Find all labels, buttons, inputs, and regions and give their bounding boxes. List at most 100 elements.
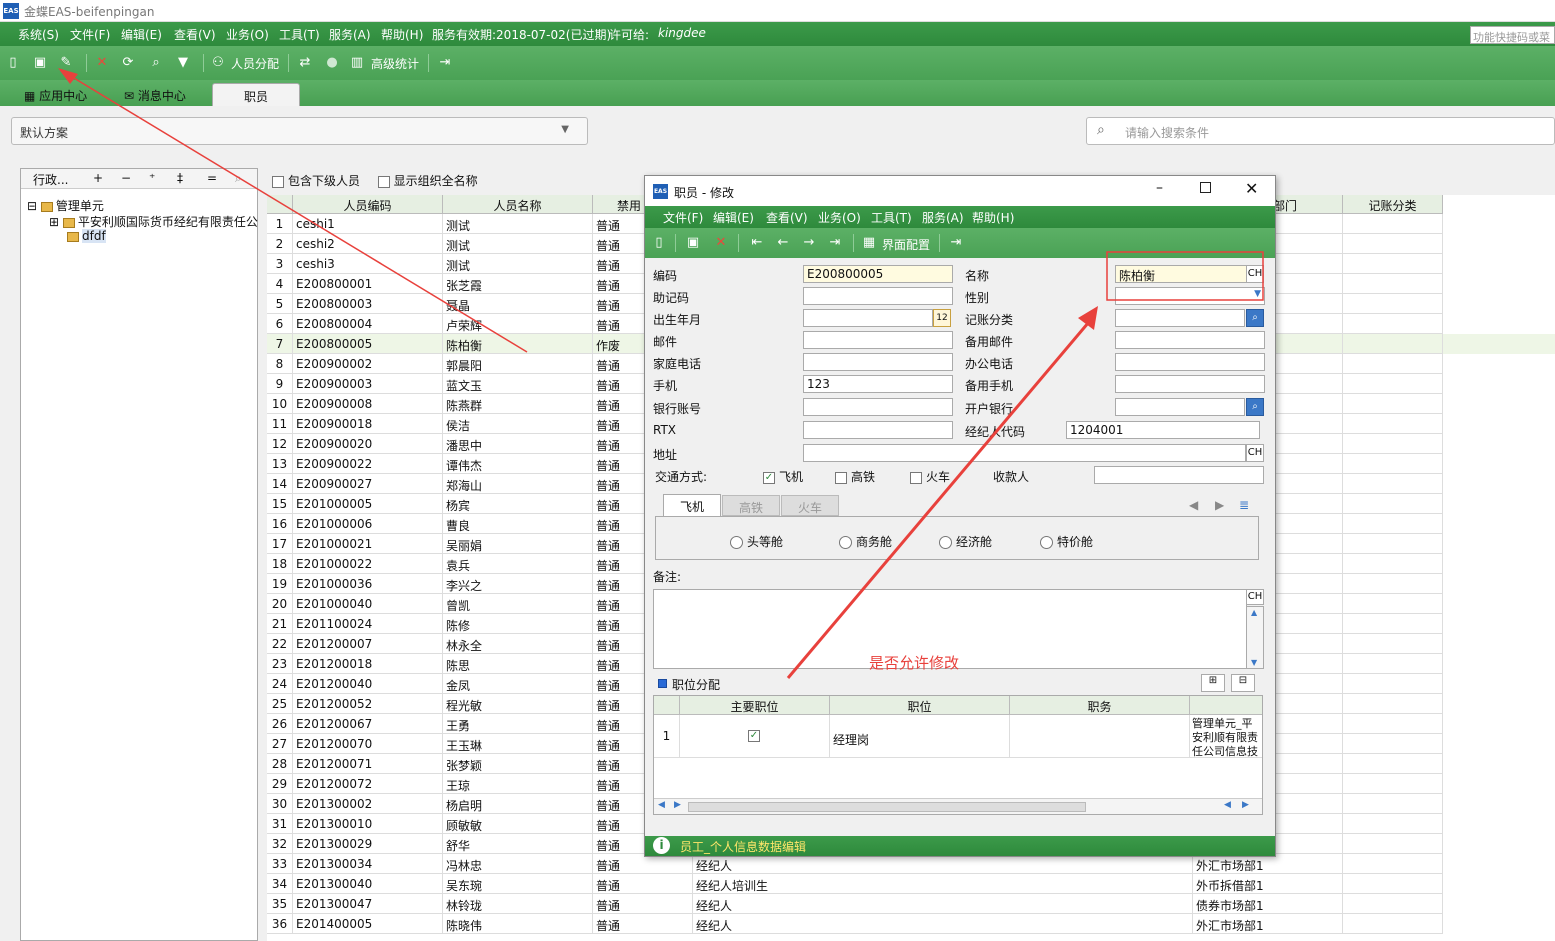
post-cell[interactable]: 经纪人 bbox=[693, 914, 1193, 934]
bank-lookup-icon[interactable]: ⌕ bbox=[1246, 398, 1264, 416]
collapse-icon[interactable]: − bbox=[121, 171, 131, 185]
expand-level-icon[interactable]: ‡ bbox=[177, 171, 183, 185]
acct-cell[interactable] bbox=[1343, 754, 1443, 774]
code-cell[interactable]: E201300047 bbox=[293, 894, 443, 914]
remark-scrollbar[interactable]: ▲ ▼ bbox=[1246, 606, 1264, 669]
expand-all-icon[interactable]: ⁺ bbox=[149, 171, 155, 185]
position-hscrollbar[interactable]: ◀ ▶ ◀ ▶ bbox=[654, 798, 1262, 814]
name-input[interactable]: 陈柏衡 bbox=[1115, 265, 1247, 283]
mnemonic-input[interactable] bbox=[803, 287, 953, 305]
acct-cell[interactable] bbox=[1343, 514, 1443, 534]
acct-cell[interactable] bbox=[1343, 474, 1443, 494]
dlg-menu-file[interactable]: 文件(F) bbox=[663, 209, 703, 226]
bak-mobile-input[interactable] bbox=[1115, 375, 1265, 393]
status-cell[interactable]: 普通 bbox=[593, 914, 693, 934]
delete-icon[interactable]: ✕ bbox=[713, 235, 729, 251]
menu-edit[interactable]: 编辑(E) bbox=[121, 26, 162, 43]
code-cell[interactable]: E200900002 bbox=[293, 354, 443, 374]
last-icon[interactable]: ⇥ bbox=[827, 235, 843, 251]
name-cell[interactable]: 潘思中 bbox=[443, 434, 593, 454]
code-cell[interactable]: E200900022 bbox=[293, 454, 443, 474]
name-cell[interactable]: 杨启明 bbox=[443, 794, 593, 814]
config-icon[interactable]: ▦ bbox=[861, 235, 877, 251]
code-cell[interactable]: E200900008 bbox=[293, 394, 443, 414]
menu-help[interactable]: 帮助(H) bbox=[381, 26, 423, 43]
name-cell[interactable]: 王琼 bbox=[443, 774, 593, 794]
name-cell[interactable]: 李兴之 bbox=[443, 574, 593, 594]
acct-cell[interactable] bbox=[1343, 214, 1443, 234]
acct-cell[interactable] bbox=[1343, 574, 1443, 594]
code-cell[interactable]: E201000022 bbox=[293, 554, 443, 574]
position-col-duty[interactable]: 职务 bbox=[1010, 696, 1190, 715]
code-cell[interactable]: E201300002 bbox=[293, 794, 443, 814]
include-sub-checkbox[interactable] bbox=[272, 175, 284, 188]
code-cell[interactable]: E200900020 bbox=[293, 434, 443, 454]
acct-cell[interactable] bbox=[1343, 594, 1443, 614]
name-language-button[interactable]: CH bbox=[1246, 265, 1264, 283]
collapse-all-icon[interactable]: = bbox=[207, 171, 217, 185]
code-cell[interactable]: E201000005 bbox=[293, 494, 443, 514]
dept-cell[interactable]: 债券市场部1 bbox=[1193, 894, 1343, 914]
name-cell[interactable]: 测试 bbox=[443, 234, 593, 254]
acct-cell[interactable] bbox=[1343, 434, 1443, 454]
menu-business[interactable]: 业务(O) bbox=[226, 26, 269, 43]
ui-config-button[interactable]: 界面配置 bbox=[882, 236, 930, 253]
minimize-icon[interactable]: – bbox=[1156, 180, 1163, 196]
tab-msg-center[interactable]: ✉ 消息中心 bbox=[116, 83, 194, 106]
status-cell[interactable]: 普通 bbox=[593, 894, 693, 914]
acct-cell[interactable] bbox=[1343, 674, 1443, 694]
remove-row-icon[interactable]: ⊟ bbox=[1231, 674, 1255, 692]
position-col-org[interactable] bbox=[1190, 696, 1262, 715]
name-cell[interactable]: 舒华 bbox=[443, 834, 593, 854]
calendar-icon[interactable]: 12 bbox=[933, 309, 951, 327]
table-row[interactable]: 35 E201300047 林铃珑 普通 经纪人 债券市场部1 bbox=[267, 894, 1555, 914]
cabin-economy[interactable]: 经济舱 bbox=[939, 533, 992, 550]
name-cell[interactable]: 陈思 bbox=[443, 654, 593, 674]
bank-input[interactable] bbox=[1115, 398, 1245, 416]
bak-email-input[interactable] bbox=[1115, 331, 1265, 349]
tab-prev-icon[interactable]: ◀ bbox=[1189, 498, 1198, 512]
next-icon[interactable]: → bbox=[801, 235, 817, 251]
name-cell[interactable]: 王勇 bbox=[443, 714, 593, 734]
tree-node-company[interactable]: ⊞ 平安利顺国际货币经纪有限责任公 bbox=[49, 213, 258, 230]
code-cell[interactable]: E201200070 bbox=[293, 734, 443, 754]
name-cell[interactable]: 吴东琬 bbox=[443, 874, 593, 894]
code-cell[interactable]: E200900027 bbox=[293, 474, 443, 494]
tab-employee[interactable]: 职员 bbox=[212, 83, 300, 106]
rtx-input[interactable] bbox=[803, 421, 953, 439]
code-cell[interactable]: E200800004 bbox=[293, 314, 443, 334]
code-cell[interactable]: E201300034 bbox=[293, 854, 443, 874]
code-cell[interactable]: E201300029 bbox=[293, 834, 443, 854]
acct-cell[interactable] bbox=[1343, 314, 1443, 334]
acct-cell[interactable] bbox=[1343, 854, 1443, 874]
save-icon[interactable]: ▣ bbox=[32, 55, 48, 71]
acct-cell[interactable] bbox=[1343, 554, 1443, 574]
post-cell[interactable]: 经纪人培训生 bbox=[693, 874, 1193, 894]
code-cell[interactable]: E201200072 bbox=[293, 774, 443, 794]
code-cell[interactable]: E201200040 bbox=[293, 674, 443, 694]
name-cell[interactable]: 卢荣辉 bbox=[443, 314, 593, 334]
post-cell[interactable]: 经纪人 bbox=[693, 854, 1193, 874]
subtab-plane[interactable]: 飞机 bbox=[663, 494, 721, 516]
scroll-right-icon[interactable]: ▶ bbox=[1242, 800, 1249, 810]
code-cell[interactable]: E201000021 bbox=[293, 534, 443, 554]
dept-cell[interactable]: 外汇市场部1 bbox=[1193, 914, 1343, 934]
name-cell[interactable]: 陈修 bbox=[443, 614, 593, 634]
dlg-menu-edit[interactable]: 编辑(E) bbox=[713, 209, 754, 226]
dlg-menu-business[interactable]: 业务(O) bbox=[818, 209, 861, 226]
subtab-train[interactable]: 火车 bbox=[781, 495, 839, 516]
name-cell[interactable]: 张梦颖 bbox=[443, 754, 593, 774]
assign-icon[interactable]: ⚇ bbox=[210, 55, 226, 71]
acct-cell[interactable] bbox=[1343, 234, 1443, 254]
org-cell[interactable]: 管理单元_平安利顺有限责任公司信息技术部1 bbox=[1190, 715, 1262, 758]
tree-node-dfdf[interactable]: dfdf bbox=[67, 229, 106, 243]
code-cell[interactable]: E201200071 bbox=[293, 754, 443, 774]
name-cell[interactable]: 王玉琳 bbox=[443, 734, 593, 754]
acct-cell[interactable] bbox=[1343, 494, 1443, 514]
code-cell[interactable]: E201400005 bbox=[293, 914, 443, 934]
subtab-rail[interactable]: 高铁 bbox=[722, 495, 780, 516]
search-input[interactable]: ⌕ 请输入搜索条件 bbox=[1086, 117, 1555, 145]
name-cell[interactable]: 金凤 bbox=[443, 674, 593, 694]
exit-icon[interactable]: ⇥ bbox=[437, 55, 453, 71]
payee-input[interactable] bbox=[1094, 466, 1264, 484]
